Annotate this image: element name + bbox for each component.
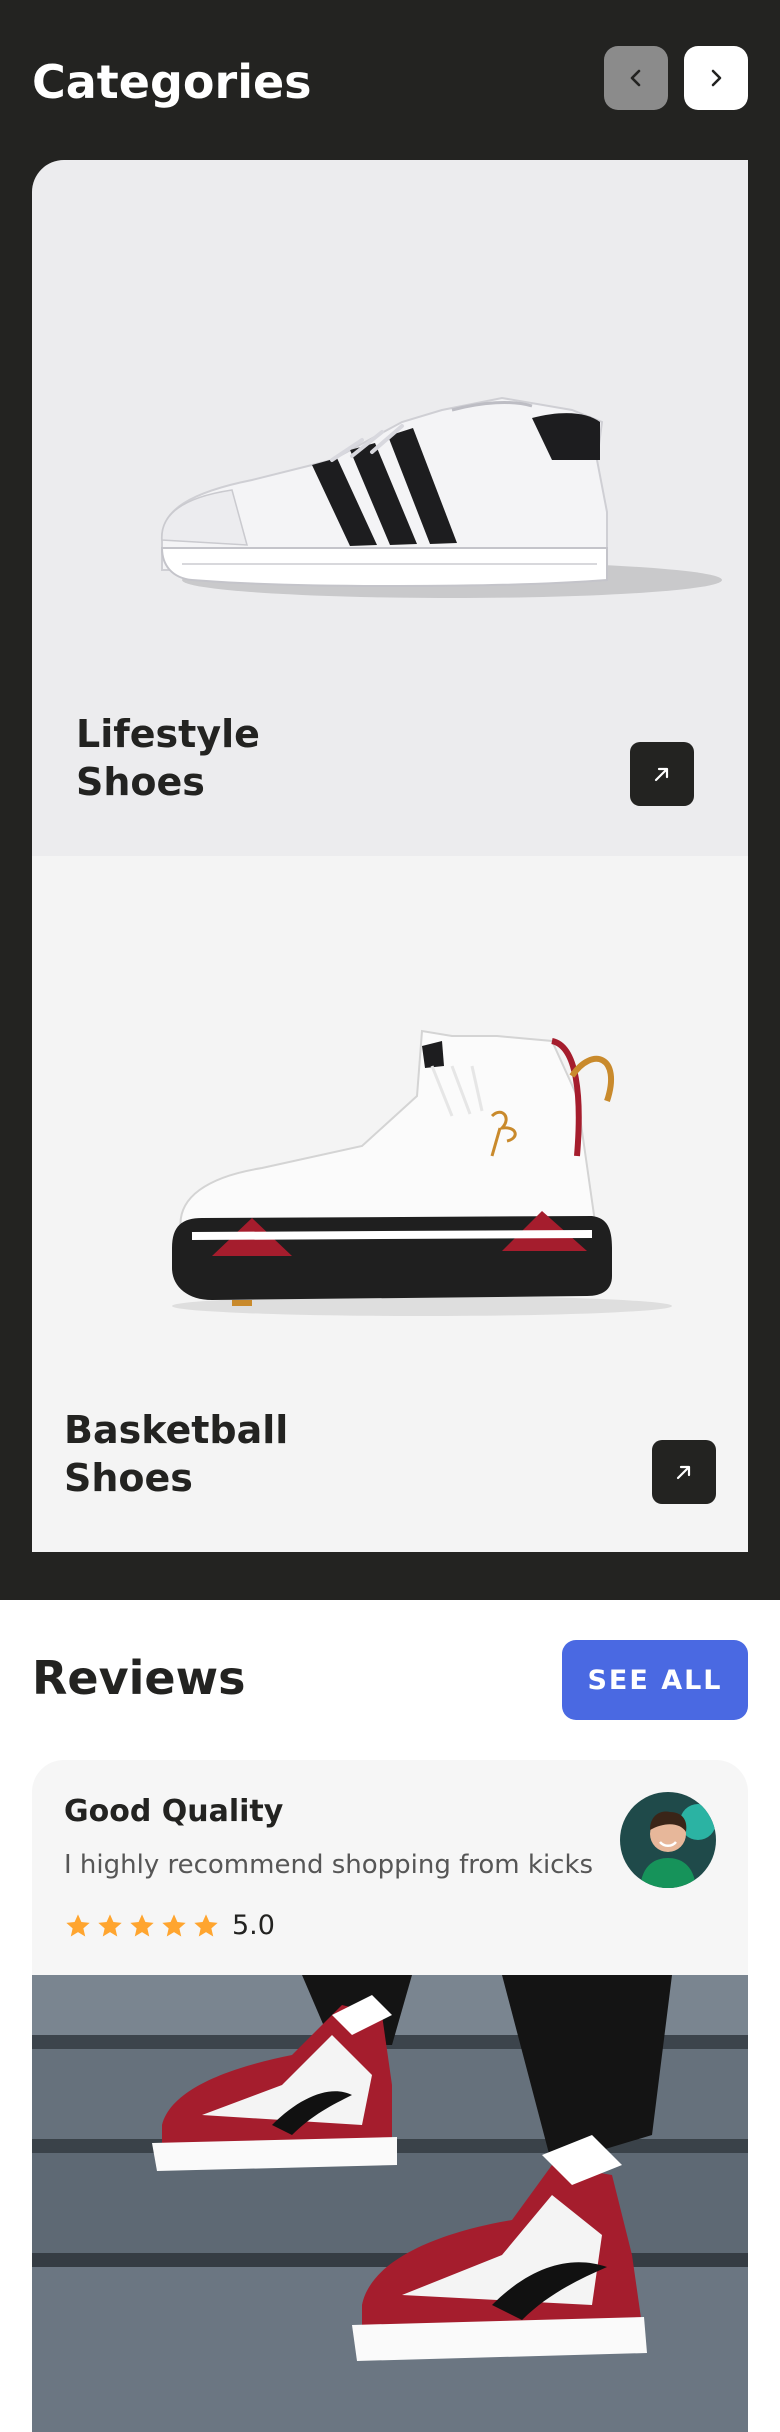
review-photo (32, 1975, 748, 2432)
prev-button[interactable] (604, 46, 668, 110)
next-button[interactable] (684, 46, 748, 110)
arrow-up-right-icon (654, 767, 669, 782)
arrow-up-right-icon (676, 1465, 691, 1480)
category-label: Basketball Shoes (64, 1408, 289, 1500)
see-all-button[interactable]: SEE ALL (562, 1640, 748, 1720)
star-rating (64, 1912, 224, 1940)
review-text: I highly recommend shopping from kicks (64, 1850, 594, 1880)
review-card[interactable]: Good Quality I highly recommend shopping… (32, 1760, 748, 2432)
basketball-shoe-image (172, 1029, 672, 1316)
chevron-left-icon (630, 69, 641, 87)
star-icon (194, 1914, 218, 1937)
star-icon (66, 1914, 90, 1937)
rating-value: 5.0 (232, 1910, 275, 1941)
star-icon (130, 1914, 154, 1937)
category-label: Lifestyle Shoes (76, 712, 260, 804)
categories-section: Categories Lifestyle Shoes Basketball Sh… (0, 0, 780, 1600)
reviews-title: Reviews (32, 1651, 246, 1705)
chevron-right-icon (711, 69, 722, 87)
star-icon (162, 1914, 186, 1937)
open-category-button[interactable] (630, 742, 694, 806)
open-category-button[interactable] (652, 1440, 716, 1504)
user-avatar (620, 1792, 716, 1888)
category-card-lifestyle[interactable]: Lifestyle Shoes (32, 160, 748, 856)
lifestyle-shoe-image (160, 396, 722, 598)
star-icon (98, 1914, 122, 1937)
review-heading: Good Quality (64, 1794, 284, 1829)
rating-row: 5.0 (64, 1908, 275, 1944)
categories-title: Categories (32, 55, 312, 109)
category-card-basketball[interactable]: Basketball Shoes (32, 856, 748, 1552)
